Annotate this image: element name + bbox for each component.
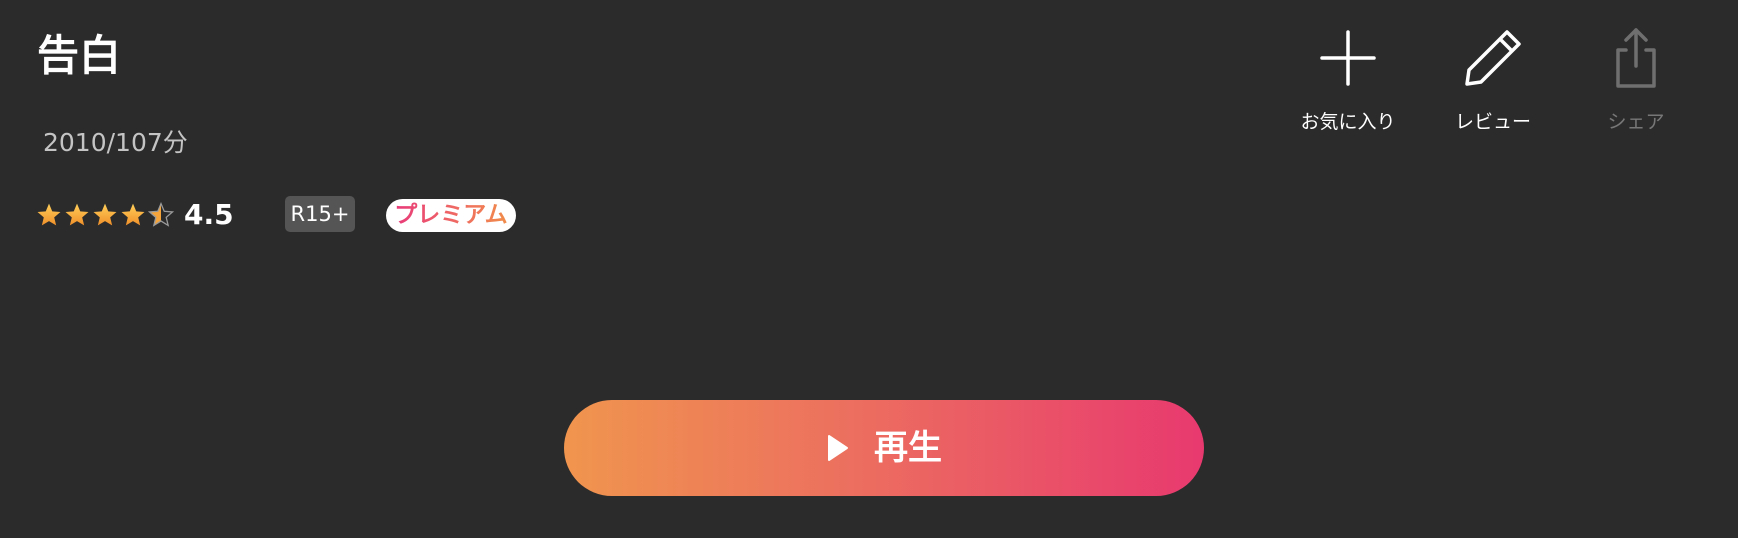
movie-title: 告白 [37, 31, 122, 80]
review-label: レビュー [1454, 111, 1531, 133]
share-button[interactable]: シェア [1556, 26, 1716, 134]
rating-value: 4.5 [184, 198, 234, 231]
premium-badge: プレミアム [386, 199, 516, 232]
share-label: シェア [1607, 111, 1665, 133]
star-icon [65, 203, 89, 226]
play-label: 再生 [874, 428, 942, 468]
review-button[interactable]: レビュー [1413, 26, 1573, 134]
plus-icon [1320, 30, 1376, 86]
star-icon [121, 203, 145, 226]
pencil-icon [1465, 30, 1521, 86]
play-icon [828, 435, 848, 461]
premium-label: プレミアム [394, 202, 508, 228]
favorite-button[interactable]: お気に入り [1268, 26, 1428, 134]
star-icon [93, 203, 117, 226]
rating-stars [36, 202, 176, 228]
half-star-icon [148, 202, 174, 227]
play-button[interactable]: 再生 [564, 400, 1204, 496]
rating: 4.5 [36, 194, 234, 236]
favorite-label: お気に入り [1300, 111, 1396, 133]
share-icon [1616, 28, 1656, 88]
age-rating-badge: R15+ [285, 196, 355, 232]
star-icon [37, 203, 61, 226]
movie-year-duration: 2010/107分 [43, 128, 188, 157]
